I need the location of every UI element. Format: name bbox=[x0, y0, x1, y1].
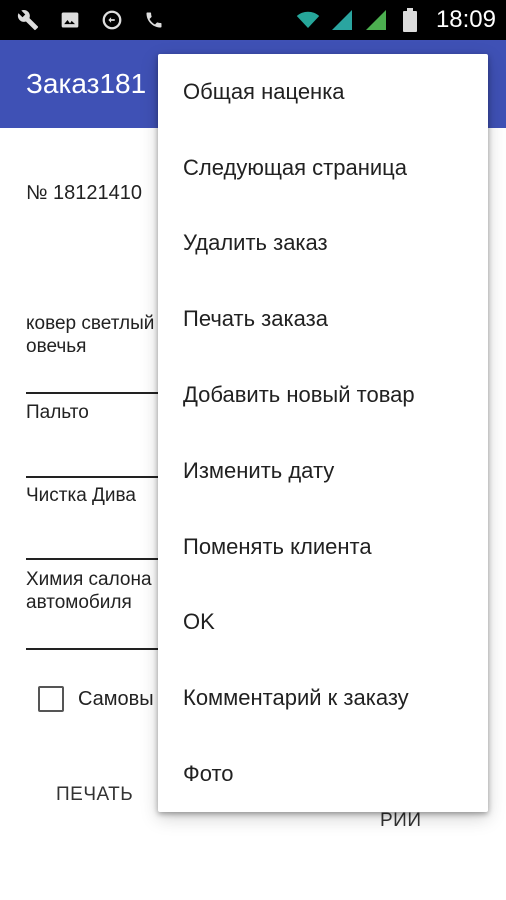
phone-icon bbox=[142, 8, 166, 32]
pickup-checkbox-row[interactable]: Самовы bbox=[38, 686, 154, 712]
pickup-checkbox[interactable] bbox=[38, 686, 64, 712]
divider bbox=[26, 476, 166, 478]
menu-item-order-comment[interactable]: Комментарий к заказу bbox=[158, 660, 488, 736]
status-bar: 18:09 bbox=[0, 0, 506, 40]
overflow-menu: Общая наценка Следующая страница Удалить… bbox=[158, 54, 488, 812]
divider bbox=[26, 648, 166, 650]
pickup-checkbox-label: Самовы bbox=[78, 687, 154, 710]
menu-item-change-date[interactable]: Изменить дату bbox=[158, 433, 488, 509]
menu-item-add-product[interactable]: Добавить новый товар bbox=[158, 357, 488, 433]
list-item[interactable]: Чистка Дива bbox=[26, 484, 166, 507]
action-button[interactable]: РИИ bbox=[380, 810, 422, 832]
signal-icon bbox=[364, 8, 388, 32]
menu-item-next-page[interactable]: Следующая страница bbox=[158, 130, 488, 206]
print-button[interactable]: ПЕЧАТЬ bbox=[56, 784, 133, 806]
signal-icon bbox=[330, 8, 354, 32]
menu-item-print-order[interactable]: Печать заказа bbox=[158, 281, 488, 357]
wrench-icon bbox=[16, 8, 40, 32]
menu-item-ok[interactable]: OK bbox=[158, 585, 488, 661]
battery-icon bbox=[398, 8, 422, 32]
page-title: Заказ181 bbox=[26, 68, 147, 99]
divider bbox=[26, 558, 166, 560]
menu-item-change-client[interactable]: Поменять клиента bbox=[158, 509, 488, 585]
menu-item-total-markup[interactable]: Общая наценка bbox=[158, 54, 488, 130]
list-item[interactable]: ковер светлый овечья bbox=[26, 312, 166, 358]
list-item[interactable]: Пальто bbox=[26, 401, 166, 424]
list-item[interactable]: Химия салона автомобиля bbox=[26, 568, 166, 614]
divider bbox=[26, 392, 166, 394]
menu-item-delete-order[interactable]: Удалить заказ bbox=[158, 206, 488, 282]
image-icon bbox=[58, 8, 82, 32]
sync-icon bbox=[100, 8, 124, 32]
wifi-icon bbox=[296, 8, 320, 32]
order-number: № 18121410 bbox=[26, 182, 142, 204]
clock: 18:09 bbox=[435, 6, 496, 33]
menu-item-photo[interactable]: Фото bbox=[158, 736, 488, 812]
